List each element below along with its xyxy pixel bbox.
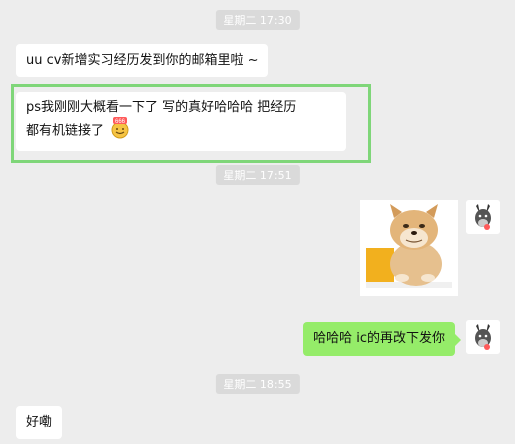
donkey-avatar-icon[interactable] <box>466 320 500 354</box>
message-text-line-2: 都有机链接了 <box>26 123 105 139</box>
emoji-badge-text: 666 <box>115 119 126 125</box>
message-bubble-left-3[interactable]: 好嘞 <box>16 406 63 439</box>
message-text: uu cv新增实习经历发到你的邮箱里啦 ~ <box>26 53 259 68</box>
message-bubble-left-2[interactable]: ps我刚刚大概看一下了 写的真好哈哈哈 把经历 都有机链接了 666 <box>16 92 346 151</box>
timestamp-3: 星期二 18:55 <box>215 374 300 394</box>
timestamp-1: 星期二 17:30 <box>215 10 300 30</box>
message-text: 好嘞 <box>26 415 53 430</box>
message-bubble-left-1[interactable]: uu cv新增实习经历发到你的邮箱里啦 ~ <box>16 44 269 77</box>
donkey-avatar-icon[interactable] <box>466 200 500 234</box>
timestamp-2: 星期二 17:51 <box>215 165 300 185</box>
doge-sticker-icon[interactable] <box>360 200 458 296</box>
666-thumbs-emoji-icon: 666 <box>108 117 132 145</box>
message-text: 哈哈哈 ic的再改下发你 <box>313 331 445 346</box>
message-text-line-1: ps我刚刚大概看一下了 写的真好哈哈哈 把经历 <box>26 100 297 115</box>
message-bubble-right-1[interactable]: 哈哈哈 ic的再改下发你 <box>303 322 461 356</box>
